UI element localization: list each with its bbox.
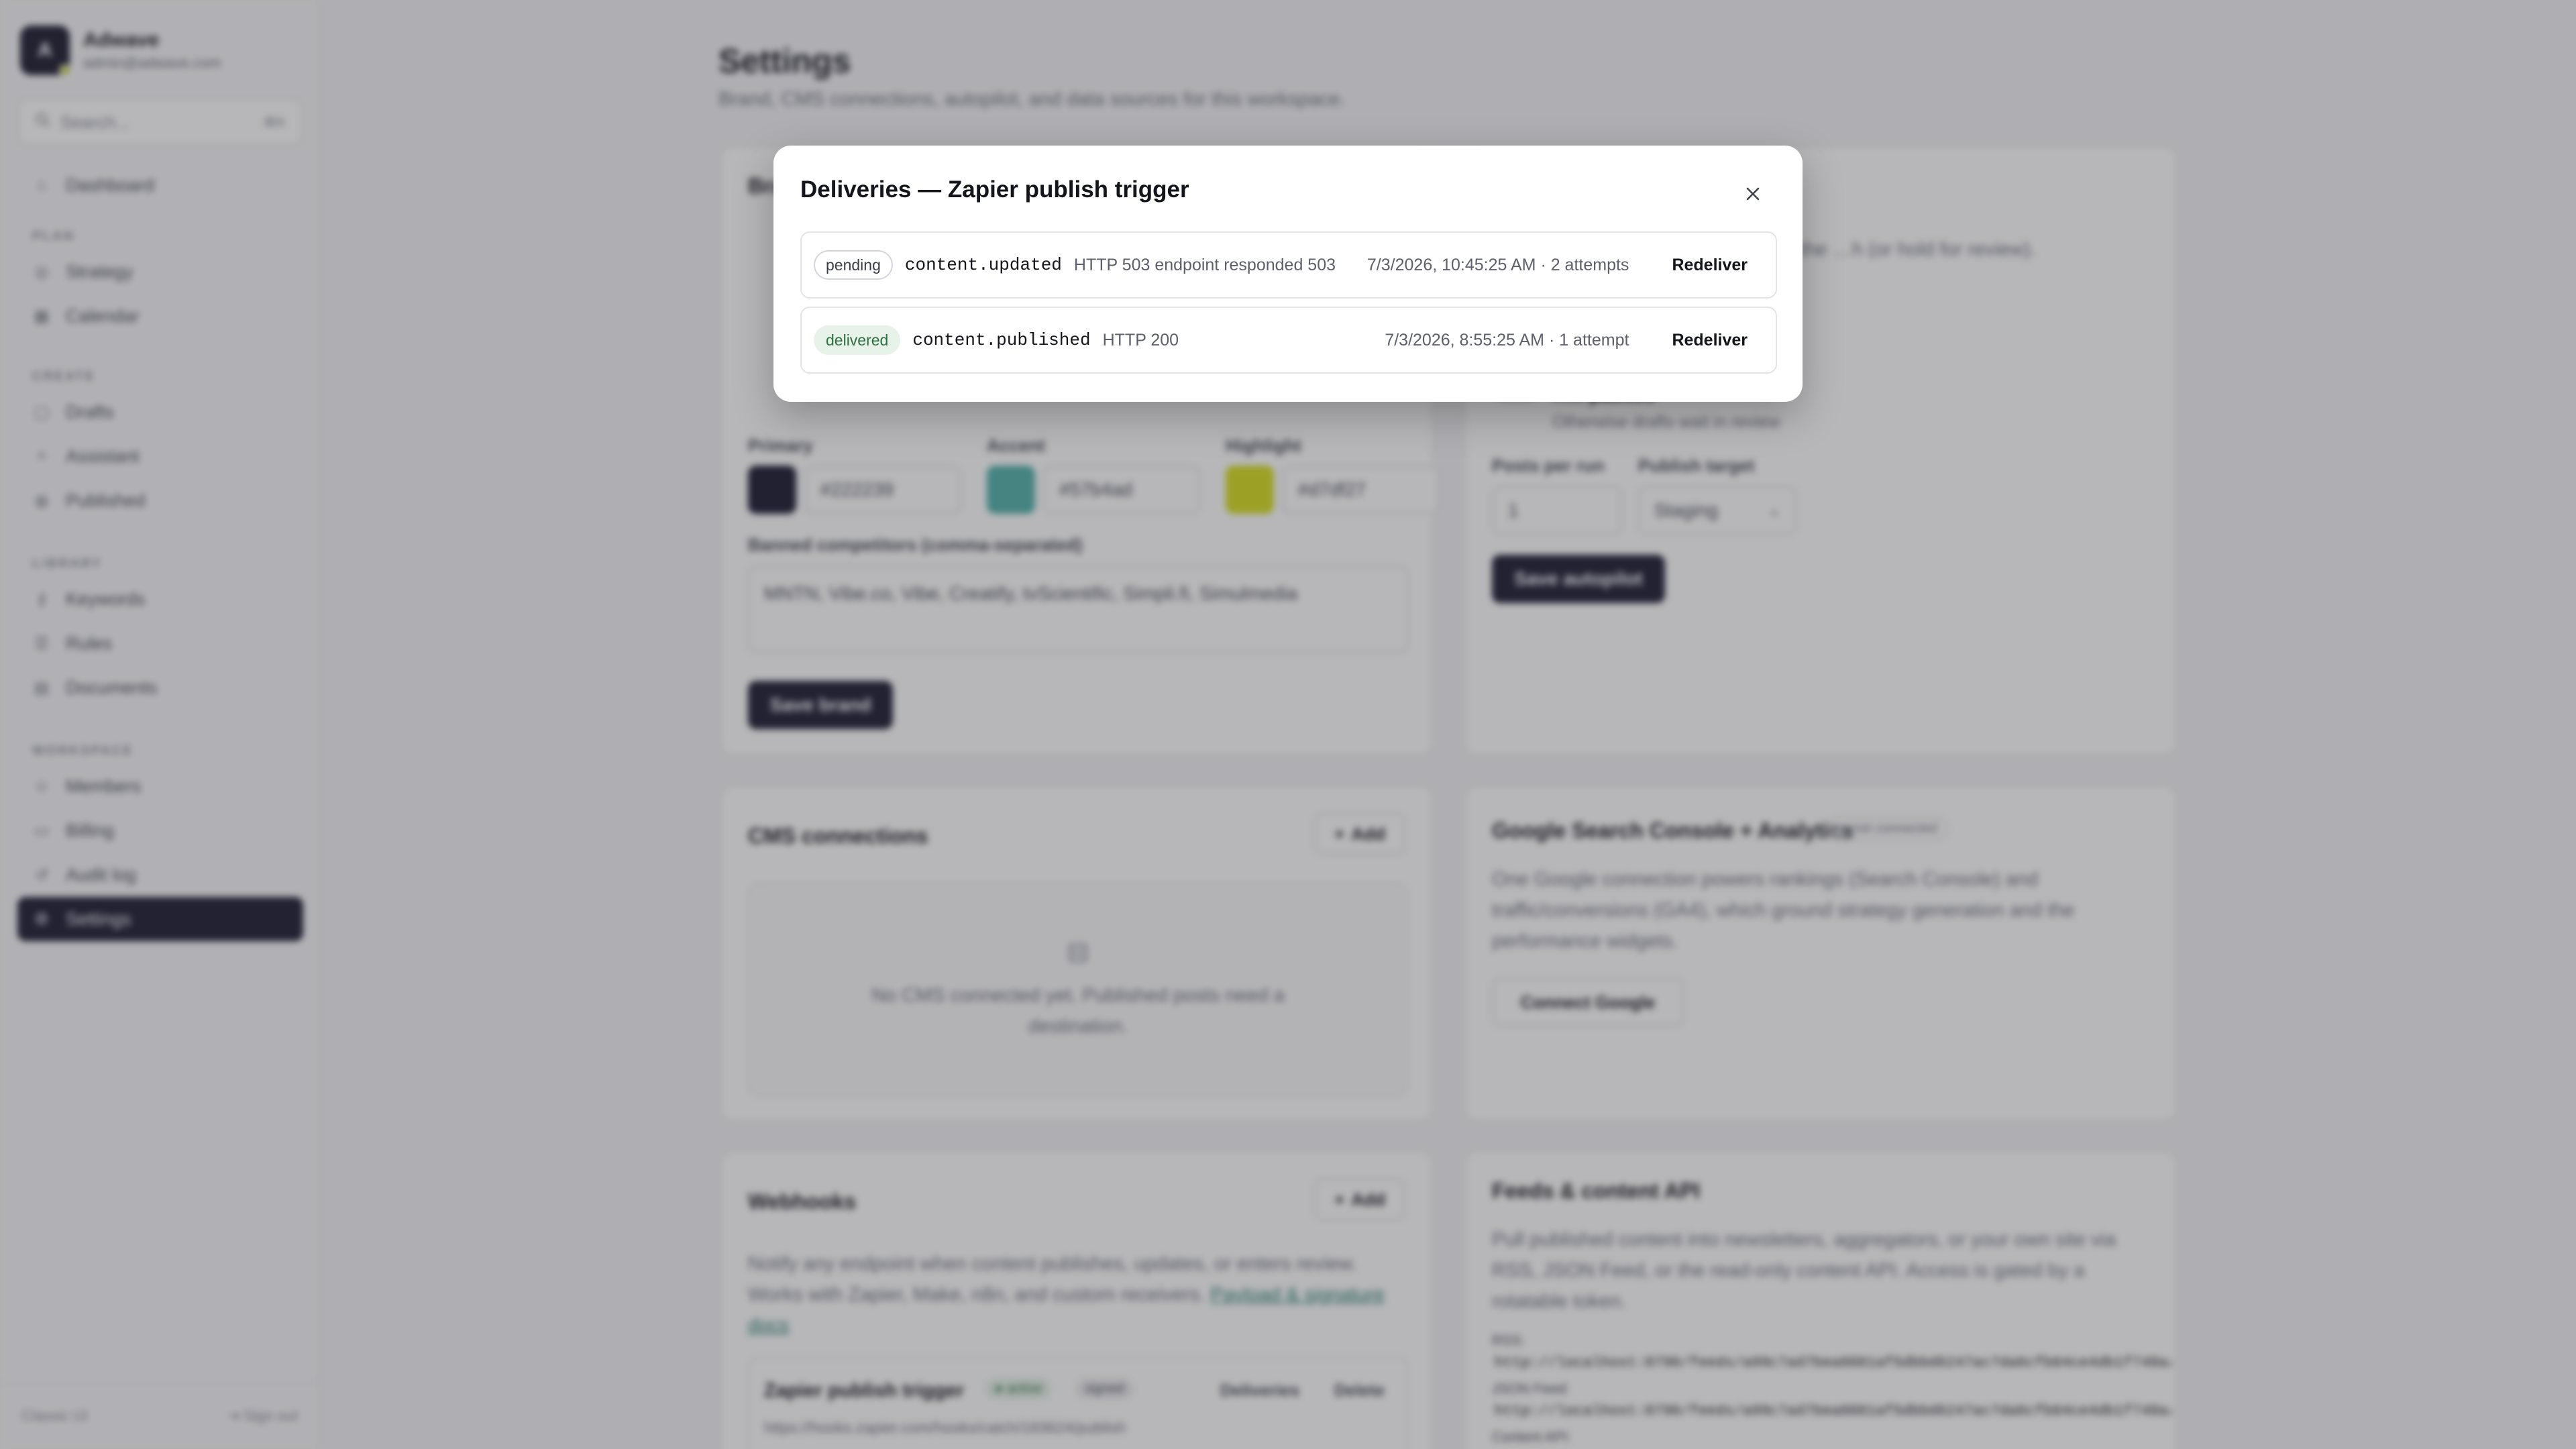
redeliver-button[interactable]: Redeliver <box>1656 249 1764 282</box>
delivery-detail: HTTP 200 <box>1102 330 1179 350</box>
close-icon <box>1746 187 1760 201</box>
status-badge: pending <box>814 250 893 280</box>
modal-title: Deliveries — Zapier publish trigger <box>800 176 1189 203</box>
redeliver-button[interactable]: Redeliver <box>1656 324 1764 357</box>
delivery-timestamp: 7/3/2026, 10:45:25 AM · 2 attempts <box>1366 255 1629 274</box>
delivery-event: content.updated <box>904 255 1062 275</box>
delivery-detail: HTTP 503 endpoint responded 503 <box>1073 255 1336 274</box>
status-badge: delivered <box>814 325 901 355</box>
close-button[interactable] <box>1739 180 1766 207</box>
delivery-row: pending content.updated HTTP 503 endpoin… <box>800 231 1777 299</box>
deliveries-modal: Deliveries — Zapier publish trigger pend… <box>773 146 1803 402</box>
delivery-row: delivered content.published HTTP 200 7/3… <box>800 307 1777 374</box>
delivery-timestamp: 7/3/2026, 8:55:25 AM · 1 attempt <box>1385 330 1629 350</box>
delivery-event: content.published <box>912 330 1091 350</box>
